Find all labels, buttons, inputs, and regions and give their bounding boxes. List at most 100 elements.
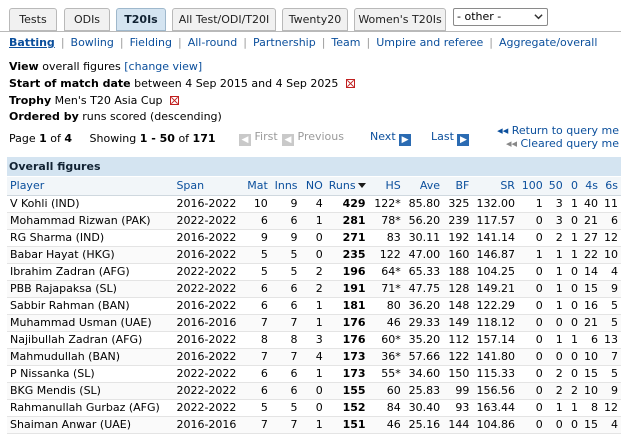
cell-player[interactable]: RG Sharma (IND) <box>7 229 174 247</box>
cell-sixes: 12 <box>600 229 621 247</box>
cell-inns: 5 <box>270 399 301 417</box>
nav-team[interactable]: Team <box>331 36 360 49</box>
cell-bf: 128 <box>443 280 473 298</box>
cell-ducks: 0 <box>565 365 581 383</box>
cell-player[interactable]: Sabbir Rahman (BAN) <box>7 297 174 315</box>
tab-odis[interactable]: ODIs <box>64 8 110 31</box>
cell-inns: 5 <box>270 263 301 281</box>
cell-player[interactable]: Mahmudullah (BAN) <box>7 348 174 366</box>
cell-player[interactable]: Rahmanullah Gurbaz (AFG) <box>7 399 174 417</box>
cell-sr: 104.86 <box>472 416 518 434</box>
tab-twenty20[interactable]: Twenty20 <box>282 8 348 31</box>
filter-trophy: Trophy Men's T20 Asia Cup <box>9 94 180 107</box>
cell-sixes: 6 <box>600 212 621 230</box>
previous-page-button[interactable]: ◀ Previous <box>282 130 344 146</box>
cell-fours: 6 <box>580 331 601 349</box>
col-no[interactable]: NO <box>300 177 326 196</box>
col-100[interactable]: 100 <box>517 177 546 196</box>
last-page-icon: ▶ <box>457 134 470 146</box>
col-6s[interactable]: 6s <box>600 177 621 196</box>
remove-trophy-filter-icon[interactable] <box>170 96 180 105</box>
cell-sr: 141.14 <box>472 229 518 247</box>
nav-fielding[interactable]: Fielding <box>130 36 172 49</box>
cell-player[interactable]: P Nissanka (SL) <box>7 365 174 383</box>
table-row: PBB Rajapaksa (SL) 2022-2022 6 6 2 191 71* 47.7… <box>7 280 621 298</box>
cell-player[interactable]: Shaiman Anwar (UAE) <box>7 416 174 434</box>
table-row: Mohammad Rizwan (PAK) 2022-2022 6 6 1 281 78* 5… <box>7 212 621 230</box>
table-row: Rahmanullah Gurbaz (AFG) 2022-2022 5 5 0 152 8… <box>7 399 621 417</box>
col-span[interactable]: Span <box>173 177 240 196</box>
tab-t20is[interactable]: T20Is <box>116 8 166 31</box>
cell-ave: 36.20 <box>403 297 444 315</box>
tab-tests[interactable]: Tests <box>9 8 57 31</box>
cell-sr: 117.57 <box>472 212 518 230</box>
nav-all-round[interactable]: All-round <box>188 36 238 49</box>
first-page-button[interactable]: ◀ First <box>239 130 278 146</box>
cell-fours: 10 <box>580 348 601 366</box>
last-page-button[interactable]: Last ▶ <box>431 130 470 146</box>
cell-bf: 325 <box>443 195 473 213</box>
tab-all-formats[interactable]: All Test/ODI/T20I <box>172 8 276 31</box>
cell-sixes: 9 <box>600 382 621 400</box>
cell-sixes: 11 <box>600 195 621 213</box>
cell-ducks: 0 <box>565 416 581 434</box>
cell-player[interactable]: Mohammad Rizwan (PAK) <box>7 212 174 230</box>
nav-partnership[interactable]: Partnership <box>253 36 316 49</box>
tab-womens-t20is[interactable]: Women's T20Is <box>354 8 446 31</box>
col-4s[interactable]: 4s <box>580 177 601 196</box>
cell-player[interactable]: Najibullah Zadran (AFG) <box>7 331 174 349</box>
col-inns[interactable]: Inns <box>270 177 301 196</box>
cell-fours: 21 <box>580 212 601 230</box>
col-bf[interactable]: BF <box>443 177 473 196</box>
cell-runs: 173 <box>325 365 369 383</box>
return-to-query-link[interactable]: ◂◂ Return to query me <box>497 124 619 137</box>
cell-span: 2022-2022 <box>173 263 240 281</box>
cell-span: 2016-2022 <box>173 297 240 315</box>
nav-batting[interactable]: Batting <box>9 36 55 49</box>
nav-bowling[interactable]: Bowling <box>71 36 114 49</box>
cell-runs: 235 <box>325 246 369 264</box>
cell-player[interactable]: BKG Mendis (SL) <box>7 382 174 400</box>
cell-no: 3 <box>300 331 326 349</box>
cell-player[interactable]: PBB Rajapaksa (SL) <box>7 280 174 298</box>
table-title: Overall figures <box>7 157 621 176</box>
cell-player[interactable]: Ibrahim Zadran (AFG) <box>7 263 174 281</box>
remove-date-filter-icon[interactable] <box>345 79 355 88</box>
cell-inns: 8 <box>270 331 301 349</box>
col-runs[interactable]: Runs <box>325 177 369 196</box>
col-sr[interactable]: SR <box>472 177 518 196</box>
col-50[interactable]: 50 <box>545 177 566 196</box>
cell-player[interactable]: Babar Hayat (HKG) <box>7 246 174 264</box>
cleared-query-link[interactable]: ◂◂ Cleared query me <box>506 137 619 150</box>
cell-runs: 196 <box>325 263 369 281</box>
cell-fifties: 0 <box>545 348 566 366</box>
cell-span: 2016-2022 <box>173 229 240 247</box>
col-player[interactable]: Player <box>7 177 174 196</box>
other-format-select[interactable]: - other - <box>453 8 548 26</box>
cell-bf: 239 <box>443 212 473 230</box>
col-ave[interactable]: Ave <box>403 177 444 196</box>
cell-ave: 56.20 <box>403 212 444 230</box>
nav-aggregate-overall[interactable]: Aggregate/overall <box>499 36 597 49</box>
cell-bf: 148 <box>443 297 473 315</box>
table-row: Shaiman Anwar (UAE) 2016-2016 7 7 1 151 46 25.1… <box>7 416 621 434</box>
nav-umpire-referee[interactable]: Umpire and referee <box>376 36 483 49</box>
cell-inns: 6 <box>270 365 301 383</box>
change-view-link[interactable]: [change view] <box>124 60 202 73</box>
cell-player[interactable]: V Kohli (IND) <box>7 195 174 213</box>
cell-ave: 30.11 <box>403 229 444 247</box>
cell-hundreds: 0 <box>517 263 546 281</box>
table-row: V Kohli (IND) 2016-2022 10 9 4 429 122* 85.80 32… <box>7 195 621 213</box>
col-hs[interactable]: HS <box>368 177 404 196</box>
cell-fifties: 0 <box>545 416 566 434</box>
cell-fours: 40 <box>580 195 601 213</box>
cell-no: 1 <box>300 212 326 230</box>
cell-player[interactable]: Muhammad Usman (UAE) <box>7 314 174 332</box>
filter-ordered-by: Ordered by runs scored (descending) <box>9 110 222 123</box>
cell-bf: 188 <box>443 263 473 281</box>
col-mat[interactable]: Mat <box>239 177 271 196</box>
cell-hs: 60 <box>368 382 404 400</box>
next-page-button[interactable]: Next ▶ <box>370 130 412 146</box>
col-0[interactable]: 0 <box>565 177 581 196</box>
cell-bf: 150 <box>443 365 473 383</box>
